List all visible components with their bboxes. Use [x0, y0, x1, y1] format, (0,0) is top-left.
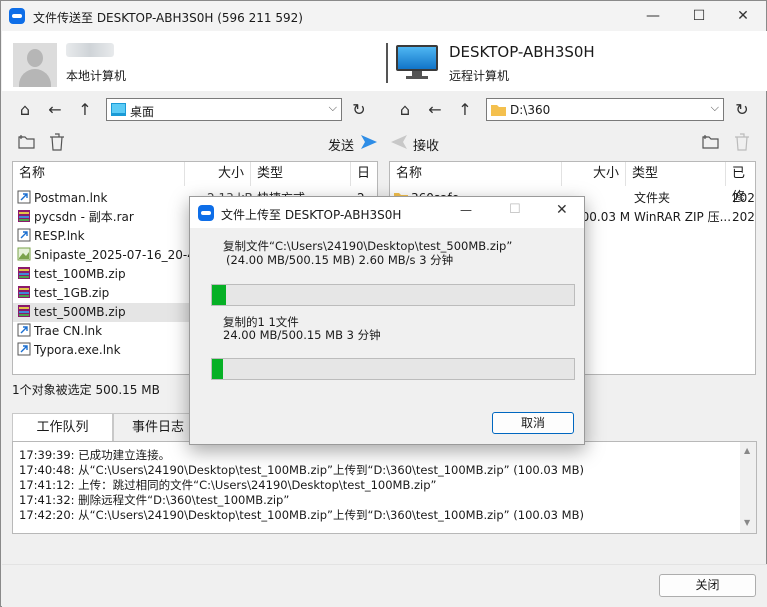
- total-progress-fill: [212, 359, 223, 379]
- log-line: 17:41:12: 上传：跳过相同的文件“C:\Users\24190\Desk…: [19, 478, 437, 492]
- back-icon[interactable]: ←: [46, 101, 64, 119]
- footer: 关闭: [2, 564, 767, 607]
- upload-progress-dialog: 文件上传至 DESKTOP-ABH3S0H — ☐ ✕ 复制文件“C:\User…: [189, 196, 585, 445]
- event-log: 17:39:39: 已成功建立连接。 17:40:48: 从“C:\Users\…: [12, 441, 757, 534]
- close-window-button[interactable]: ✕: [720, 1, 766, 31]
- shortcut-icon: [17, 342, 31, 356]
- file-name: test_100MB.zip: [34, 267, 126, 281]
- column-header-date[interactable]: 已修: [726, 162, 755, 205]
- home-icon[interactable]: ⌂: [396, 101, 414, 119]
- minimize-button[interactable]: —: [630, 1, 676, 31]
- image-icon: [17, 247, 31, 261]
- desktop-icon: [111, 103, 126, 116]
- local-path-text: 桌面: [130, 105, 155, 119]
- winrar-icon: [18, 267, 30, 279]
- column-header-name[interactable]: 名称: [390, 162, 562, 186]
- connection-header: 本地计算机 DESKTOP-ABH3S0H 远程计算机: [2, 31, 767, 91]
- remote-hostname: DESKTOP-ABH3S0H: [449, 43, 595, 61]
- scroll-down-icon[interactable]: ▼: [744, 518, 750, 527]
- delete-icon[interactable]: [734, 133, 750, 151]
- column-header-date[interactable]: 日: [351, 162, 377, 186]
- log-scrollbar[interactable]: ▲ ▼: [740, 442, 756, 533]
- file-name: Trae CN.lnk: [34, 324, 103, 338]
- selection-status: 1个对象被选定 500.15 MB: [12, 383, 160, 397]
- shortcut-icon: [17, 323, 31, 337]
- monitor-icon: [396, 45, 438, 79]
- file-name: RESP.lnk: [34, 229, 85, 243]
- log-line: 17:39:39: 已成功建立连接。: [19, 448, 171, 462]
- receive-button-label[interactable]: 接收: [413, 135, 439, 154]
- remote-path-select[interactable]: D:\360 ⌵: [486, 98, 724, 121]
- local-user-avatar: [13, 43, 57, 87]
- file-date: 2024: [732, 191, 755, 205]
- header-divider: [386, 43, 388, 83]
- up-icon[interactable]: ↑: [76, 101, 94, 119]
- new-folder-icon[interactable]: [702, 134, 720, 150]
- total-progress-text: 24.00 MB/500.15 MB 3 分钟: [223, 328, 381, 342]
- file-name: Postman.lnk: [34, 191, 108, 205]
- back-icon[interactable]: ←: [426, 101, 444, 119]
- chevron-down-icon: ⌵: [710, 101, 719, 114]
- shortcut-icon: [17, 190, 31, 204]
- local-computer-label: 本地计算机: [66, 69, 127, 83]
- home-icon[interactable]: ⌂: [16, 101, 34, 119]
- new-folder-icon[interactable]: [18, 134, 36, 150]
- shortcut-icon: [17, 228, 31, 242]
- copy-file-progress-text: (24.00 MB/500.15 MB) 2.60 MB/s 3 分钟: [226, 253, 454, 267]
- file-progress-fill: [212, 285, 227, 305]
- winrar-icon: [18, 305, 30, 317]
- remote-navbar: ⌂ ← ↑ D:\360 ⌵ ↻: [390, 94, 756, 124]
- column-header-type[interactable]: 类型: [251, 162, 351, 186]
- remote-path-text: D:\360: [510, 103, 551, 117]
- dialog-title: 文件上传至 DESKTOP-ABH3S0H: [221, 208, 402, 222]
- title-bar: 文件传送至 DESKTOP-ABH3S0H (596 211 592) — ☐ …: [1, 1, 766, 31]
- file-name: pycsdn - 副本.rar: [34, 210, 134, 224]
- chevron-down-icon: ⌵: [328, 101, 337, 114]
- maximize-button[interactable]: ☐: [676, 1, 722, 31]
- maximize-button: ☐: [509, 202, 521, 217]
- log-line: 17:40:48: 从“C:\Users\24190\Desktop\test_…: [19, 463, 584, 477]
- column-header-size[interactable]: 大小: [562, 162, 626, 186]
- file-type: 文件夹: [634, 191, 671, 205]
- close-button[interactable]: 关闭: [659, 574, 756, 597]
- send-button-label[interactable]: 发送: [328, 135, 354, 154]
- local-user-name-redacted: [66, 43, 114, 57]
- minimize-button[interactable]: —: [460, 203, 472, 217]
- file-name: test_500MB.zip: [34, 305, 126, 319]
- log-line: 17:42:20: 从“C:\Users\24190\Desktop\test_…: [19, 508, 584, 522]
- log-line: 17:41:32: 删除远程文件“D:\360\test_100MB.zip”: [19, 493, 290, 507]
- winrar-icon: [18, 286, 30, 298]
- local-path-select[interactable]: 桌面 ⌵: [106, 98, 342, 121]
- total-progress-bar: [211, 358, 575, 380]
- cancel-button[interactable]: 取消: [492, 412, 574, 434]
- dialog-title-bar: 文件上传至 DESKTOP-ABH3S0H — ☐ ✕: [190, 197, 584, 228]
- up-icon[interactable]: ↑: [456, 101, 474, 119]
- folder-icon: [491, 105, 506, 116]
- tab-work-queue[interactable]: 工作队列: [12, 413, 113, 441]
- dialog-close-button[interactable]: ✕: [556, 202, 568, 218]
- column-header-size[interactable]: 大小: [185, 162, 251, 186]
- scroll-up-icon[interactable]: ▲: [744, 446, 750, 455]
- file-name: Snipaste_2025-07-16_20-4...: [34, 248, 207, 262]
- teamviewer-logo-icon: [198, 205, 214, 221]
- remote-computer-label: 远程计算机: [449, 69, 510, 83]
- receive-arrow-icon[interactable]: [390, 134, 408, 150]
- file-progress-bar: [211, 284, 575, 306]
- teamviewer-logo-icon: [9, 8, 25, 24]
- refresh-icon[interactable]: ↻: [350, 101, 368, 119]
- winrar-icon: [18, 210, 30, 222]
- local-navbar: ⌂ ← ↑ 桌面 ⌵ ↻: [12, 94, 377, 124]
- file-transfer-window: 文件传送至 DESKTOP-ABH3S0H (596 211 592) — ☐ …: [0, 0, 767, 607]
- file-name: test_1GB.zip: [34, 286, 110, 300]
- column-header-name[interactable]: 名称: [13, 162, 185, 186]
- file-type: WinRAR ZIP 压...: [634, 210, 732, 224]
- file-name: Typora.exe.lnk: [34, 343, 121, 357]
- file-date: 2025: [732, 210, 755, 224]
- refresh-icon[interactable]: ↻: [733, 101, 751, 119]
- send-arrow-icon[interactable]: [360, 134, 378, 150]
- window-title: 文件传送至 DESKTOP-ABH3S0H (596 211 592): [33, 11, 303, 25]
- transfer-toolbar: 发送 接收: [12, 129, 767, 157]
- column-header-type[interactable]: 类型: [626, 162, 726, 186]
- delete-icon[interactable]: [49, 133, 65, 151]
